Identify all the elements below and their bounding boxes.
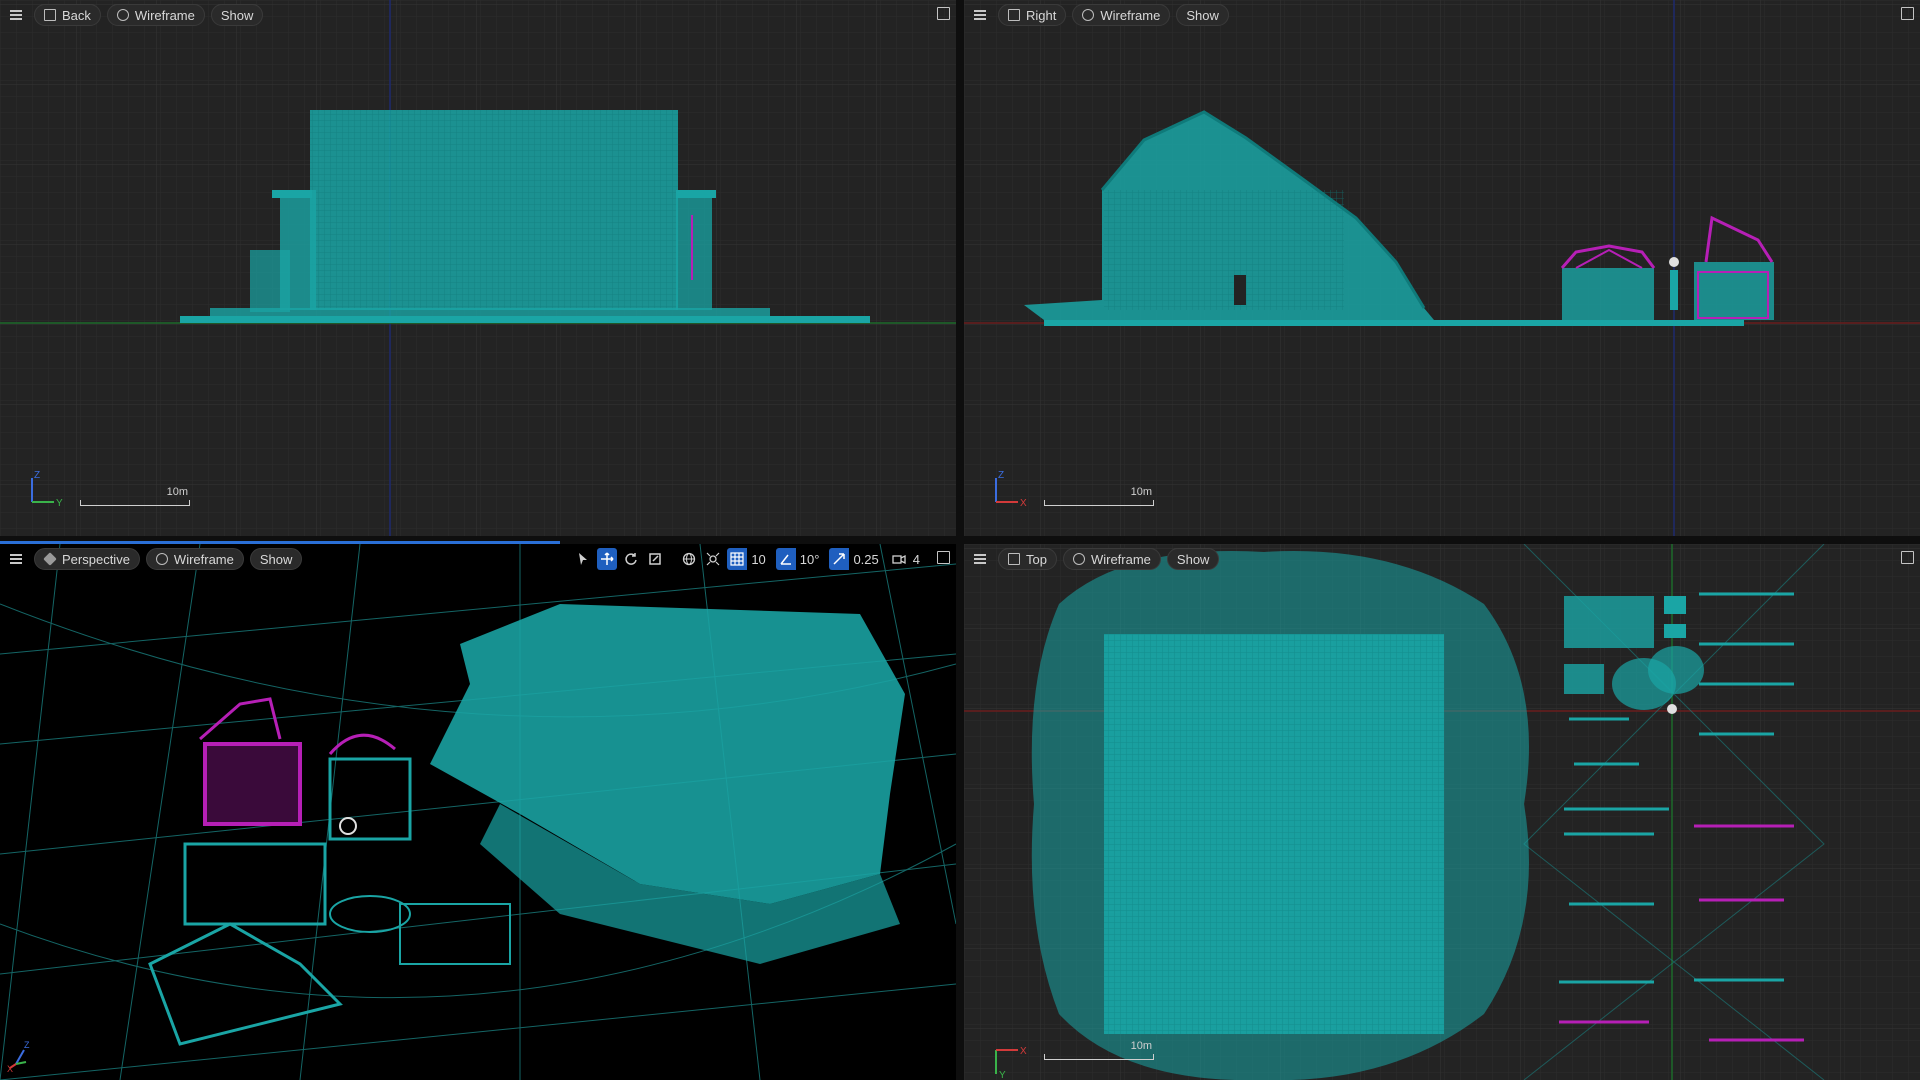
- perspective-building-mesh[interactable]: [430, 604, 905, 964]
- scale-label: 10m: [1130, 486, 1152, 498]
- axis-label-z: Z: [24, 1040, 30, 1050]
- camera-speed-group[interactable]: 4: [889, 548, 926, 570]
- view-type-button[interactable]: Top: [998, 548, 1057, 570]
- show-label: Show: [220, 7, 254, 23]
- maximize-icon[interactable]: [1901, 7, 1914, 20]
- axis-label-y: Y: [999, 1070, 1006, 1080]
- show-label: Show: [1176, 551, 1210, 567]
- viewport-perspective[interactable]: Perspective Wireframe Show 10 10° 0.25 4: [0, 544, 956, 1080]
- top-viewport-toolbar: Top Wireframe Show: [968, 547, 1916, 571]
- show-button[interactable]: Show: [249, 548, 303, 570]
- rotate-icon[interactable]: [621, 548, 641, 570]
- hamburger-icon[interactable]: [968, 548, 992, 570]
- view-mode-button[interactable]: Wireframe: [145, 548, 244, 570]
- view-icon: [44, 9, 56, 21]
- viewport-top[interactable]: Top Wireframe Show X Y 10m: [964, 544, 1920, 1080]
- surface-snap-icon[interactable]: [703, 548, 723, 570]
- scale-bar: 10m: [80, 486, 190, 506]
- move-icon[interactable]: [597, 548, 618, 570]
- viewport-back[interactable]: Back Wireframe Show Y Z 10m: [0, 0, 956, 536]
- show-button[interactable]: Show: [1176, 4, 1229, 26]
- scale-snap-value: 0.25: [853, 551, 879, 567]
- show-label: Show: [1186, 7, 1219, 23]
- angle-icon[interactable]: [775, 548, 796, 570]
- mode-label: Wireframe: [1090, 551, 1151, 567]
- view-mode-button[interactable]: Wireframe: [1062, 548, 1161, 570]
- view-type-button[interactable]: Right: [998, 4, 1067, 26]
- axis-label-x: X: [1020, 1046, 1027, 1057]
- mode-label: Wireframe: [173, 551, 234, 567]
- top-view-scene[interactable]: [964, 544, 1920, 1080]
- camera-icon[interactable]: [889, 548, 909, 570]
- cursor-icon[interactable]: [573, 548, 593, 570]
- grid-snap-value: 10: [751, 551, 766, 567]
- scale-snap-group[interactable]: 0.25: [829, 548, 884, 570]
- show-label: Show: [259, 551, 293, 567]
- axis-gizmo: Y Z: [31, 470, 63, 508]
- hamburger-icon[interactable]: [4, 4, 28, 26]
- back-view-scene[interactable]: [0, 0, 956, 536]
- cube-icon: [43, 552, 57, 566]
- transform-toolbar: 10 10° 0.25 4: [573, 547, 926, 571]
- axis-label-z: Z: [34, 470, 40, 481]
- mode-label: Wireframe: [134, 7, 195, 23]
- maximize-icon[interactable]: [937, 7, 950, 20]
- scale-icon[interactable]: [645, 548, 665, 570]
- axis-label-x: X: [7, 1064, 13, 1072]
- scale-snap-icon[interactable]: [829, 548, 850, 570]
- perspective-view-scene[interactable]: [0, 544, 956, 1080]
- axis-label-y: Y: [56, 498, 63, 508]
- axis-label-z: Z: [998, 470, 1004, 481]
- view-label: Right: [1026, 7, 1057, 23]
- grid-icon[interactable]: [727, 548, 748, 570]
- scale-bar: 10m: [1044, 486, 1154, 506]
- view-label: Top: [1026, 551, 1047, 567]
- axis-gizmo: X Z: [995, 470, 1027, 508]
- sphere-wire-icon: [155, 553, 168, 565]
- right-viewport-toolbar: Right Wireframe Show: [968, 3, 1916, 27]
- axis-label-x: X: [1020, 498, 1027, 508]
- camera-speed-value: 4: [912, 551, 920, 567]
- view-icon: [1008, 553, 1020, 565]
- show-button[interactable]: Show: [1166, 548, 1220, 570]
- hamburger-icon[interactable]: [4, 548, 28, 570]
- view-type-button[interactable]: Back: [34, 4, 101, 26]
- view-mode-button[interactable]: Wireframe: [106, 4, 205, 26]
- grid-snap-group[interactable]: 10: [727, 548, 771, 570]
- rotation-snap-value: 10°: [799, 551, 820, 567]
- hamburger-icon[interactable]: [968, 4, 992, 26]
- view-type-button[interactable]: Perspective: [34, 548, 140, 570]
- back-viewport-toolbar: Back Wireframe Show: [4, 3, 952, 27]
- show-button[interactable]: Show: [210, 4, 264, 26]
- rotation-snap-group[interactable]: 10°: [775, 548, 826, 570]
- axis-gizmo: X Y: [995, 1046, 1027, 1080]
- view-label: Back: [62, 7, 91, 23]
- mode-label: Wireframe: [1100, 7, 1161, 23]
- sphere-wire-icon: [116, 9, 129, 21]
- active-viewport-highlight: [0, 541, 560, 544]
- scale-label: 10m: [166, 486, 188, 498]
- maximize-icon[interactable]: [1901, 551, 1914, 564]
- globe-icon[interactable]: [679, 548, 699, 570]
- view-icon: [1008, 9, 1020, 21]
- sphere-wire-icon: [1072, 553, 1085, 565]
- top-building-mesh[interactable]: [1104, 634, 1444, 1034]
- view-label: Perspective: [62, 551, 130, 567]
- right-view-scene[interactable]: [964, 0, 1920, 536]
- sphere-wire-icon: [1082, 9, 1095, 21]
- scale-bar: 10m: [1044, 1040, 1154, 1060]
- viewport-right[interactable]: Right Wireframe Show X Z 10m: [964, 0, 1920, 536]
- view-mode-button[interactable]: Wireframe: [1072, 4, 1171, 26]
- maximize-icon[interactable]: [937, 551, 950, 564]
- axis-gizmo: X Z: [7, 1040, 30, 1072]
- scale-label: 10m: [1130, 1040, 1152, 1052]
